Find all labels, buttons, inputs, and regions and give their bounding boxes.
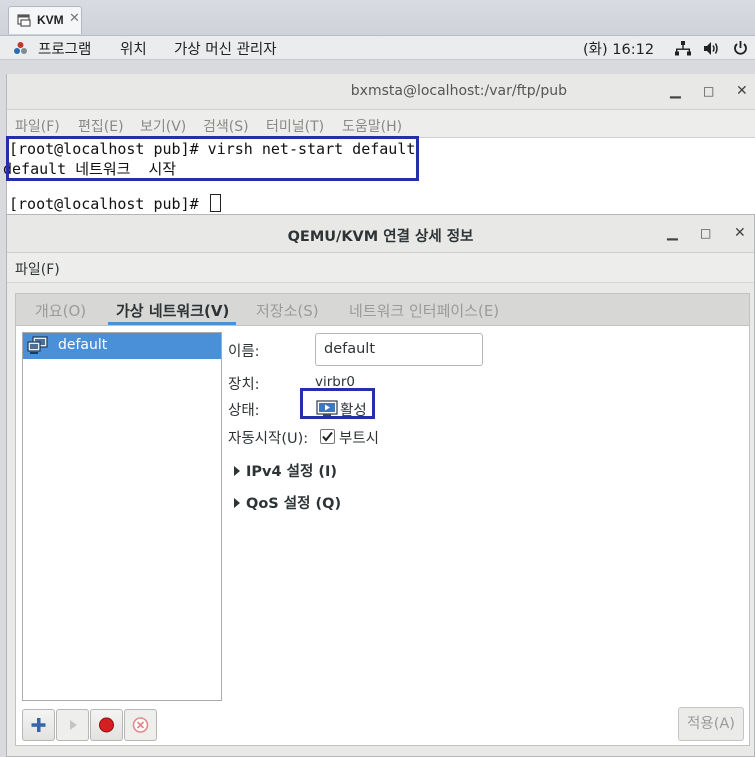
browser-tabstrip: KVM ✕ xyxy=(0,0,755,36)
close-icon[interactable]: ✕ xyxy=(734,225,746,241)
close-icon[interactable]: ✕ xyxy=(69,11,80,26)
applications-menu[interactable]: 프로그램 xyxy=(38,38,91,59)
ipv4-expander[interactable]: IPv4 설정 (I) xyxy=(234,460,337,481)
autostart-checkbox[interactable] xyxy=(320,429,335,444)
check-icon xyxy=(322,431,333,442)
terminal-cursor xyxy=(209,194,221,212)
delete-icon xyxy=(132,717,149,733)
network-icon xyxy=(27,336,48,354)
terminal-prompt-line: [root@localhost pub]# xyxy=(9,194,221,213)
list-item[interactable]: default xyxy=(23,333,221,359)
delete-network-button[interactable] xyxy=(124,709,157,741)
qos-label: QoS 설정 (Q) xyxy=(246,496,342,512)
dialog-menubar: 파일(F) xyxy=(7,253,754,283)
name-label: 이름: xyxy=(228,344,260,360)
tab-virtual-networks[interactable]: 가상 네트워크(V) xyxy=(116,300,229,321)
dialog-title: QEMU/KVM 연결 상세 정보 xyxy=(287,229,474,245)
terminal-titlebar: bxmsta@localhost:/var/ftp/pub ▁ □ ✕ xyxy=(7,74,755,110)
network-name: default xyxy=(58,337,108,353)
window-icon xyxy=(17,14,31,27)
menu-help[interactable]: 도움말(H) xyxy=(342,116,402,136)
applications-icon[interactable] xyxy=(13,41,28,56)
autostart-label: 자동시작(U): xyxy=(228,431,309,447)
maximize-icon[interactable]: □ xyxy=(700,226,711,240)
tab-network-interfaces[interactable]: 네트워크 인터페이스(E) xyxy=(349,300,499,321)
minimize-icon[interactable]: ▁ xyxy=(670,83,681,99)
minimize-icon[interactable]: ▁ xyxy=(667,225,678,241)
app-menu[interactable]: 가상 머신 관리자 xyxy=(174,38,277,59)
expander-arrow-icon xyxy=(234,498,240,508)
stop-icon xyxy=(99,717,114,733)
browser-tab-kvm[interactable]: KVM ✕ xyxy=(8,6,82,34)
menu-file[interactable]: 파일(F) xyxy=(15,259,60,279)
virtual-networks-panel: default 이름: default 장치: virbr0 상태: 활성 자동… xyxy=(15,325,750,746)
autostart-value: 부트시 xyxy=(339,431,380,447)
network-icon[interactable] xyxy=(675,41,691,56)
menu-search[interactable]: 검색(S) xyxy=(203,116,249,136)
name-field[interactable]: default xyxy=(315,333,483,366)
qos-expander[interactable]: QoS 설정 (Q) xyxy=(234,492,341,513)
start-network-button[interactable] xyxy=(56,709,89,741)
clock[interactable]: (화) 16:12 xyxy=(583,38,654,59)
places-menu[interactable]: 위치 xyxy=(120,38,147,59)
network-list[interactable]: default xyxy=(22,332,222,701)
power-icon[interactable] xyxy=(733,40,748,56)
connection-details-dialog: QEMU/KVM 연결 상세 정보 ▁ □ ✕ 파일(F) 개요(O) 가상 네… xyxy=(6,214,755,757)
menu-view[interactable]: 보기(V) xyxy=(140,116,186,136)
terminal-title: bxmsta@localhost:/var/ftp/pub xyxy=(350,83,567,99)
apply-button[interactable]: 적용(A) xyxy=(678,707,744,741)
dialog-titlebar: QEMU/KVM 연결 상세 정보 ▁ □ ✕ xyxy=(7,215,754,253)
terminal-prompt: [root@localhost pub]# xyxy=(9,195,208,213)
expander-arrow-icon xyxy=(234,466,240,476)
browser-tab-title: KVM xyxy=(37,13,64,27)
volume-icon[interactable] xyxy=(703,41,720,56)
name-value: default xyxy=(324,341,376,357)
highlight-box-command xyxy=(6,136,419,181)
maximize-icon[interactable]: □ xyxy=(703,84,714,98)
device-label: 장치: xyxy=(228,377,260,393)
plus-icon xyxy=(31,718,46,732)
stop-network-button[interactable] xyxy=(90,709,123,741)
tab-overview[interactable]: 개요(O) xyxy=(35,300,86,321)
state-label: 상태: xyxy=(228,403,260,419)
close-icon[interactable]: ✕ xyxy=(736,83,748,99)
menu-file[interactable]: 파일(F) xyxy=(15,116,60,136)
tab-storage[interactable]: 저장소(S) xyxy=(256,300,319,321)
highlight-box-state xyxy=(300,388,375,419)
play-icon xyxy=(70,720,77,730)
add-network-button[interactable] xyxy=(22,709,55,741)
menu-terminal[interactable]: 터미널(T) xyxy=(266,116,324,136)
terminal-menubar: 파일(F) 편집(E) 보기(V) 검색(S) 터미널(T) 도움말(H) xyxy=(7,110,755,138)
ipv4-label: IPv4 설정 (I) xyxy=(246,464,337,480)
menu-edit[interactable]: 편집(E) xyxy=(78,116,124,136)
notebook-tabs: 개요(O) 가상 네트워크(V) 저장소(S) 네트워크 인터페이스(E) xyxy=(15,293,750,325)
system-topbar: 프로그램 위치 가상 머신 관리자 (화) 16:12 xyxy=(0,36,755,60)
network-button-bar xyxy=(22,709,222,743)
